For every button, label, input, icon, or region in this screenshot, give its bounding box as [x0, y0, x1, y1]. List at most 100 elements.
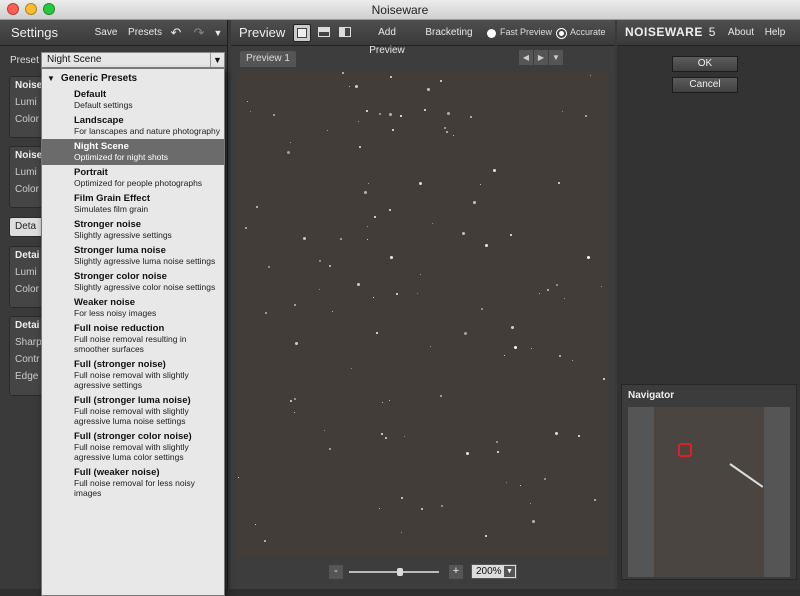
preset-item[interactable]: Stronger luma noise Slightly agressive lu…	[42, 243, 224, 269]
undo-icon[interactable]: ↶	[166, 24, 186, 42]
star-speck	[295, 342, 298, 345]
brand-header: NOISEWARE 5 About Help	[617, 20, 800, 46]
star-speck	[473, 201, 476, 204]
preset-item-name: Portrait	[74, 167, 108, 178]
star-speck	[294, 412, 295, 413]
settings-menu-icon[interactable]: ▼	[211, 24, 225, 42]
preset-item-description: Default settings	[74, 100, 133, 110]
star-speck	[390, 76, 392, 78]
star-speck	[590, 75, 591, 76]
star-speck	[290, 142, 291, 143]
star-speck	[464, 332, 467, 335]
preview-header: Preview Add Preview Bracketing Fast Prev…	[231, 20, 615, 56]
star-speck	[419, 182, 422, 185]
accurate-label[interactable]: Accurate	[570, 27, 606, 37]
preset-item[interactable]: Full (stronger noise) Full noise removal …	[42, 357, 224, 393]
preset-item-description: Full noise removal with slightly agressi…	[74, 406, 189, 426]
split-vertical-icon[interactable]	[336, 24, 354, 42]
help-button[interactable]: Help	[761, 24, 789, 42]
star-speck	[544, 478, 546, 480]
star-speck	[470, 116, 472, 118]
star-speck	[601, 286, 602, 287]
preset-item[interactable]: Full (stronger luma noise) Full noise rem…	[42, 393, 224, 429]
single-view-icon[interactable]	[293, 24, 311, 42]
generic-presets-group[interactable]: ▼ Generic Presets	[42, 71, 224, 87]
star-speck	[373, 297, 374, 298]
preset-item-description: For less noisy images	[74, 308, 157, 318]
tabs-prev-icon[interactable]: ◀	[519, 50, 533, 65]
star-speck	[340, 238, 342, 240]
preset-select[interactable]: Night Scene ▼	[41, 52, 225, 68]
preset-item-description: Simulates film grain	[74, 204, 149, 214]
split-horizontal-icon[interactable]	[315, 24, 333, 42]
star-speck	[401, 532, 402, 533]
tabs-next-icon[interactable]: ▶	[534, 50, 548, 65]
preset-label: Preset	[10, 55, 39, 66]
navigator-thumbnail[interactable]	[628, 407, 790, 577]
fast-preview-radio[interactable]	[487, 29, 496, 38]
star-speck	[504, 355, 505, 356]
star-speck	[351, 368, 352, 369]
star-speck	[294, 398, 296, 400]
preset-item[interactable]: Default Default settings	[42, 87, 224, 113]
star-speck	[556, 284, 558, 286]
preview-tab[interactable]: Preview 1	[240, 51, 296, 67]
star-speck	[446, 131, 448, 133]
tabs-menu-icon[interactable]: ▼	[549, 50, 563, 65]
accurate-radio[interactable]	[557, 29, 566, 38]
preset-item[interactable]: Night Scene Optimized for night shots	[42, 139, 224, 165]
preset-item[interactable]: Full (weaker noise) Full noise removal fo…	[42, 465, 224, 501]
preset-item[interactable]: Film Grain Effect Simulates film grain	[42, 191, 224, 217]
preset-item[interactable]: Landscape For lanscapes and nature photog…	[42, 113, 224, 139]
bracketing-button[interactable]: Bracketing	[424, 24, 474, 42]
save-button[interactable]: Save	[90, 24, 122, 42]
preset-item-name: Stronger color noise	[74, 271, 167, 282]
zoom-out-button[interactable]: -	[329, 565, 343, 579]
presets-button[interactable]: Presets	[126, 24, 164, 42]
star-speck	[506, 482, 507, 483]
preset-item[interactable]: Full noise reduction Full noise removal r…	[42, 321, 224, 357]
preset-item-name: Film Grain Effect	[74, 193, 151, 204]
preset-item[interactable]: Weaker noise For less noisy images	[42, 295, 224, 321]
close-window-button[interactable]	[7, 3, 19, 15]
star-speck	[440, 395, 442, 397]
star-speck	[368, 183, 369, 184]
star-speck	[462, 232, 465, 235]
star-speck	[255, 524, 256, 525]
star-speck	[392, 129, 394, 131]
star-speck	[247, 101, 248, 102]
zoom-in-button[interactable]: +	[449, 565, 463, 579]
preset-item[interactable]: Full (stronger color noise) Full noise re…	[42, 429, 224, 465]
preset-item[interactable]: Stronger noise Slightly agressive setting…	[42, 217, 224, 243]
preset-item[interactable]: Stronger color noise Slightly agressive c…	[42, 269, 224, 295]
zoom-select[interactable]: 200% ▼	[471, 564, 517, 579]
zoom-window-button[interactable]	[43, 3, 55, 15]
navigator-title: Navigator	[628, 390, 675, 401]
navigator-viewport-marker[interactable]	[678, 443, 692, 457]
redo-icon[interactable]: ↷	[189, 24, 209, 42]
zoom-slider[interactable]	[349, 568, 439, 576]
noiseware-logo: NOISEWARE 5	[625, 25, 716, 39]
preview-image[interactable]	[237, 72, 609, 556]
preset-item-name: Full (stronger color noise)	[74, 431, 192, 442]
navigator-image	[654, 407, 764, 577]
add-preview-button[interactable]: Add Preview	[359, 24, 415, 56]
star-speck	[444, 127, 446, 129]
star-speck	[329, 448, 331, 450]
star-speck	[265, 312, 267, 314]
fast-preview-label[interactable]: Fast Preview	[500, 27, 552, 37]
star-speck	[447, 112, 450, 115]
minimize-window-button[interactable]	[25, 3, 37, 15]
preset-item-name: Weaker noise	[74, 297, 136, 308]
zoom-slider-thumb[interactable]	[397, 568, 403, 576]
star-speck	[578, 435, 580, 437]
preset-item[interactable]: Portrait Optimized for people photographs	[42, 165, 224, 191]
star-speck	[374, 216, 376, 218]
about-button[interactable]: About	[725, 24, 757, 42]
ok-button[interactable]: OK	[672, 56, 738, 72]
star-speck	[466, 452, 469, 455]
star-speck	[382, 402, 383, 403]
star-speck	[389, 113, 392, 116]
navigator-streak	[729, 463, 764, 488]
cancel-button[interactable]: Cancel	[672, 77, 738, 93]
